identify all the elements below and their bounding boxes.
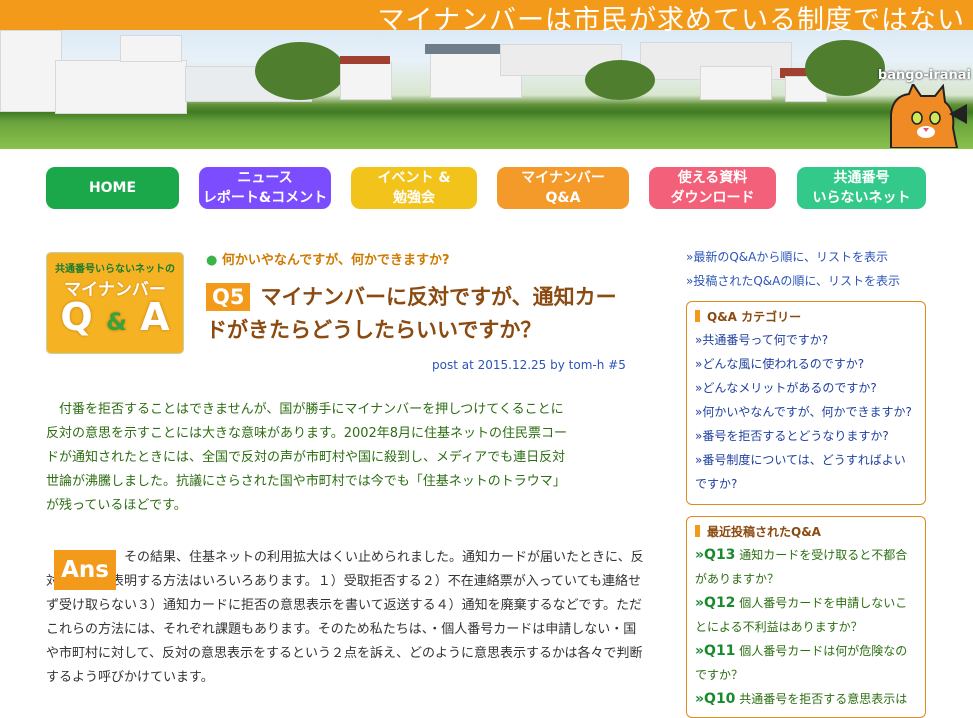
nav-news[interactable]: ニュース レポート&コメント [199, 167, 331, 209]
qa-badge-logo[interactable]: 共通番号いらないネットの マイナンバー Q & A [46, 252, 184, 354]
roof [340, 56, 390, 64]
badge-qa: Q & A [60, 295, 170, 339]
categories-panel: Q&A カテゴリー »共通番号って何ですか? »どんな風に使われるのですか? »… [686, 301, 926, 505]
nav-events[interactable]: イベント & 勉強会 [351, 167, 477, 209]
recent-qa-item[interactable]: »Q11 個人番号カードは何が危険なのですか？ [687, 639, 925, 687]
link-posted-qa[interactable]: »投稿されたQ&Aの順に、リストを表示 [686, 269, 900, 293]
category-link[interactable]: »番号を拒否するとどうなりますか? [687, 424, 925, 448]
article-category[interactable]: ● 何かいやなんですが、何かできますか? [206, 249, 450, 268]
recent-title: 最近投稿されたQ&A [687, 517, 925, 543]
site-logo[interactable]: bango-iranai [878, 68, 971, 83]
nav-network[interactable]: 共通番号 いらないネット [797, 167, 926, 209]
site-tagline: マイナンバーは市民が求めている制度ではない [377, 5, 965, 36]
badge-org: 共通番号いらないネットの [55, 264, 175, 275]
recent-qa-item[interactable]: »Q13 通知カードを受け取ると不都合がありますか？ [687, 543, 925, 591]
header-banner: マイナンバーは市民が求めている制度ではない bango-iranai [0, 0, 973, 149]
category-link[interactable]: »どんな風に使われるのですか? [687, 352, 925, 376]
answer-label: Ans [54, 550, 116, 590]
bar-icon [695, 310, 700, 322]
nav-home[interactable]: HOME [46, 167, 179, 209]
category-link[interactable]: »どんなメリットがあるのですか? [687, 376, 925, 400]
building [120, 35, 182, 62]
link-latest-qa[interactable]: »最新のQ&Aから順に、リストを表示 [686, 245, 900, 269]
tree [255, 42, 345, 100]
building [0, 30, 62, 112]
question-text: マイナンバーに反対ですが、通知カードがきたらどうしたらいいですか？ [206, 285, 617, 342]
sidebar-list-links: »最新のQ&Aから順に、リストを表示 »投稿されたQ&Aの順に、リストを表示 [686, 245, 900, 293]
building [55, 60, 187, 114]
recent-qa-item[interactable]: »Q10 共通番号を拒否する意思表示は [687, 687, 925, 711]
article-title: Q5 マイナンバーに反対ですが、通知カードがきたらどうしたらいいですか？ [206, 281, 636, 347]
category-link[interactable]: »番号制度については、どうすればよいですか? [687, 448, 925, 496]
recent-qa-panel: 最近投稿されたQ&A »Q13 通知カードを受け取ると不都合がありますか？ »Q… [686, 516, 926, 718]
question-number: Q5 [206, 283, 251, 311]
dot-icon: ● [206, 253, 218, 268]
nav-downloads[interactable]: 使える資料 ダウンロード [649, 167, 776, 209]
house [340, 62, 392, 100]
categories-title: Q&A カテゴリー [687, 302, 925, 328]
article-lead: 付番を拒否することはできませんが、国が勝手にマイナンバーを押しつけてくることに反… [46, 402, 568, 513]
answer-text: その結果、住基ネットの利用拡大はくい止められました。通知カードが届いたときに、反… [46, 550, 644, 685]
house [700, 66, 772, 100]
tree [585, 60, 655, 100]
nav-qa[interactable]: マイナンバー Q&A [497, 167, 629, 209]
category-link[interactable]: »共通番号って何ですか? [687, 328, 925, 352]
cat-mascot-icon [890, 84, 967, 148]
category-link[interactable]: »何かいやなんですが、何かできますか? [687, 400, 925, 424]
tree [805, 40, 885, 96]
main-nav: HOME ニュース レポート&コメント イベント & 勉強会 マイナンバー Q&… [46, 167, 926, 209]
recent-qa-item[interactable]: »Q12 個人番号カードを申請しないことによる不利益はありますか？ [687, 591, 925, 639]
bar-icon [695, 525, 700, 537]
banner-title-bar: マイナンバーは市民が求めている制度ではない [0, 0, 973, 36]
post-meta[interactable]: post at 2015.12.25 by tom-h #5 [432, 358, 626, 372]
